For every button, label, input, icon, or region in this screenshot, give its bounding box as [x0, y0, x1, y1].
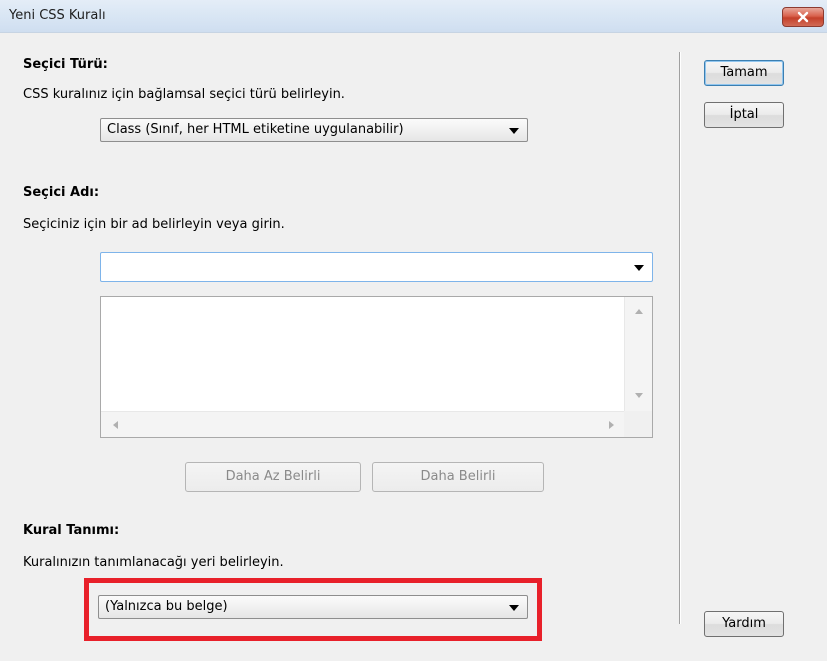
close-button[interactable] [782, 7, 824, 27]
scroll-left-icon[interactable] [113, 421, 118, 429]
title-bar: Yeni CSS Kuralı [0, 0, 827, 33]
scroll-up-icon[interactable] [635, 309, 643, 314]
chevron-down-icon[interactable] [634, 265, 644, 271]
selector-name-combobox[interactable] [100, 252, 653, 282]
selector-type-value: Class (Sınıf, her HTML etiketine uygulan… [107, 122, 404, 137]
rule-definition-heading: Kural Tanımı: [23, 523, 120, 538]
selector-name-description: Seçiciniz için bir ad belirleyin veya gi… [23, 217, 285, 232]
less-specific-button[interactable]: Daha Az Belirli [185, 462, 361, 492]
vertical-divider [679, 52, 681, 624]
scroll-right-icon[interactable] [609, 421, 614, 429]
highlight-annotation [84, 578, 542, 641]
selector-type-description: CSS kuralınız için bağlamsal seçici türü… [23, 87, 345, 102]
chevron-down-icon [509, 128, 519, 134]
selector-name-heading: Seçici Adı: [23, 185, 100, 200]
window-title: Yeni CSS Kuralı [9, 8, 106, 23]
horizontal-scrollbar[interactable] [101, 411, 625, 437]
ok-button[interactable]: Tamam [704, 60, 784, 86]
rule-definition-description: Kuralınızın tanımlanacağı yeri belirleyi… [23, 555, 284, 570]
close-icon [797, 11, 809, 23]
vertical-scrollbar[interactable] [624, 297, 652, 411]
selector-preview-list[interactable] [100, 296, 653, 438]
more-specific-button[interactable]: Daha Belirli [372, 462, 544, 492]
selector-type-heading: Seçici Türü: [23, 57, 108, 72]
scrollbar-corner [624, 411, 652, 437]
scroll-down-icon[interactable] [635, 393, 643, 398]
cancel-button[interactable]: İptal [704, 102, 784, 128]
help-button[interactable]: Yardım [704, 611, 784, 637]
selector-type-dropdown[interactable]: Class (Sınıf, her HTML etiketine uygulan… [100, 118, 528, 142]
